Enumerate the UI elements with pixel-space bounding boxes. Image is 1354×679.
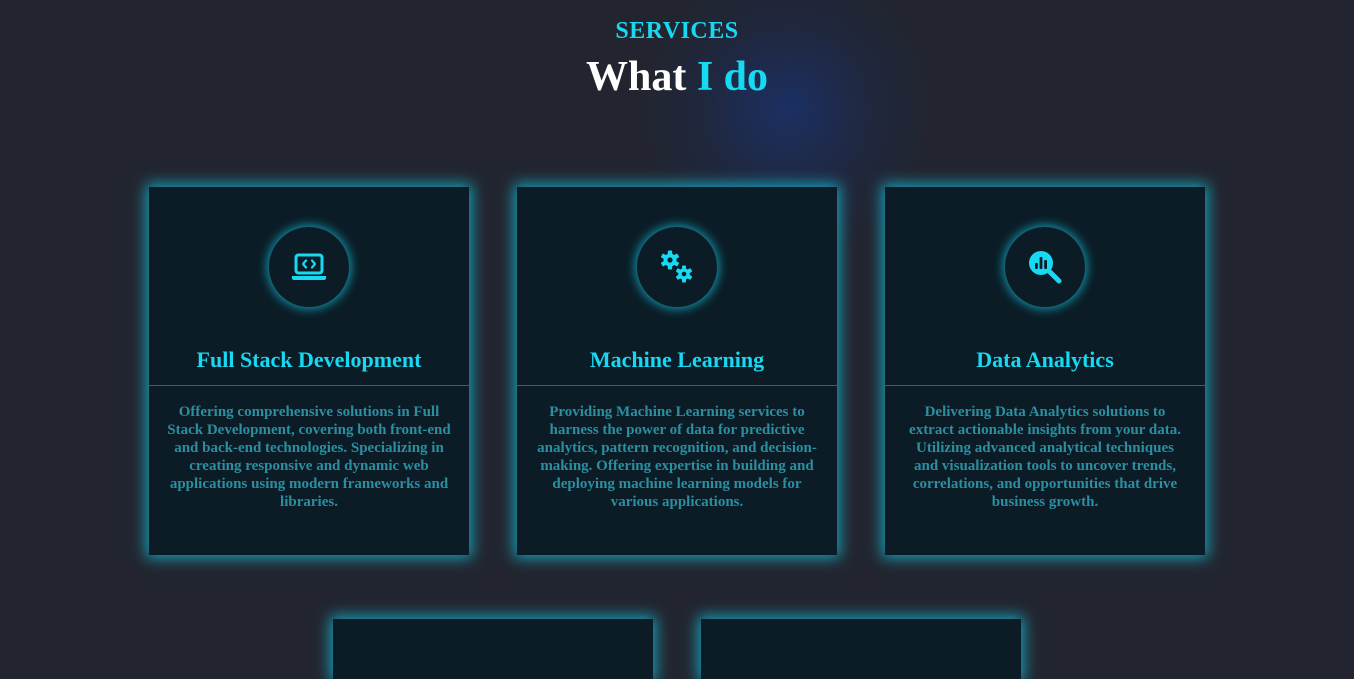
section-title-accent: I do (696, 54, 769, 100)
service-card-machine-learning[interactable]: Machine Learning Providing Machine Learn… (517, 187, 837, 555)
section-title-prefix: What (585, 54, 697, 100)
gears-icon (661, 250, 692, 283)
section-title: What I do (0, 52, 1354, 102)
magnifying-glass-chart-icon (1029, 251, 1062, 284)
service-description: Delivering Data Analytics solutions to e… (909, 404, 1181, 510)
service-title: Data Analytics (976, 347, 1114, 372)
service-icon-badge (637, 227, 717, 307)
section-eyebrow: SERVICES (615, 18, 739, 44)
service-title: Machine Learning (589, 347, 765, 372)
card-divider (885, 385, 1205, 386)
service-card-full-stack[interactable]: Full Stack Development Offering comprehe… (149, 187, 469, 555)
laptop-code-icon (292, 253, 326, 280)
service-description: Providing Machine Learning services to h… (537, 404, 817, 510)
service-description: Offering comprehensive solutions in Full… (167, 404, 451, 510)
card-divider (149, 385, 469, 386)
service-title: Full Stack Development (196, 347, 422, 372)
card-divider (517, 385, 837, 386)
service-card-next-row[interactable] (333, 619, 653, 679)
service-icon-badge (1005, 227, 1085, 307)
service-card-next-row[interactable] (701, 619, 1021, 679)
service-icon-badge (269, 227, 349, 307)
service-card-data-analytics[interactable]: Data Analytics Delivering Data Analytics… (885, 187, 1205, 555)
